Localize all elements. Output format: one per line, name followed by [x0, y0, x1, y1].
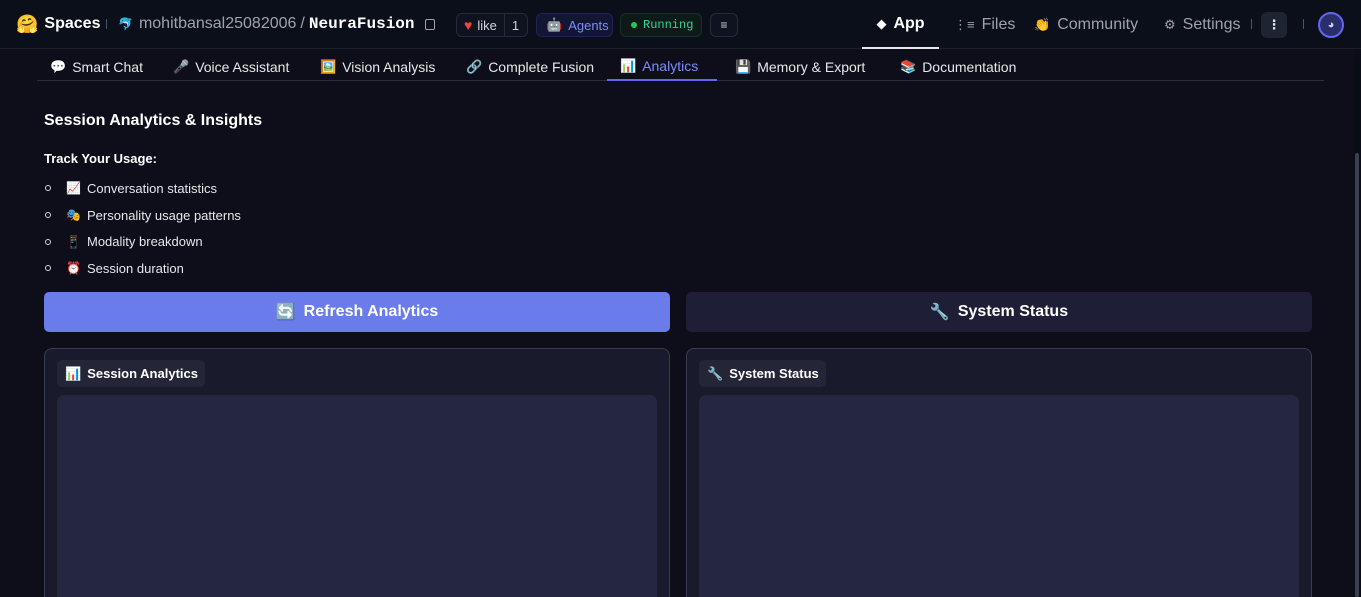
- refresh-analytics-button[interactable]: 🔄 Refresh Analytics: [44, 292, 670, 332]
- more-options-button[interactable]: ⋮: [1261, 12, 1287, 38]
- logs-button[interactable]: ≡: [710, 13, 738, 37]
- session-analytics-panel: 📊 Session Analytics: [44, 348, 670, 597]
- system-status-output[interactable]: [699, 395, 1299, 597]
- more-vertical-icon: ⋮: [1267, 17, 1281, 32]
- system-status-button[interactable]: 🔧 System Status: [686, 292, 1312, 332]
- tab-label: Analytics: [642, 57, 699, 74]
- tab-vision-analysis[interactable]: 🖼️ Vision Analysis: [307, 52, 448, 81]
- bullet-icon: [45, 185, 51, 192]
- tab-analytics[interactable]: 📊 Analytics: [607, 52, 717, 81]
- path-separator: /: [300, 15, 305, 32]
- session-analytics-output[interactable]: [57, 395, 657, 597]
- nav-app-label: App: [893, 14, 925, 32]
- bar-chart-icon: 📊: [620, 57, 637, 73]
- mobile-phone-icon: 📱: [66, 234, 81, 249]
- feature-list: 📈 Conversation statistics 🎭 Personality …: [44, 175, 241, 282]
- space-name-link[interactable]: NeuraFusion: [309, 15, 415, 33]
- system-status-label: System Status: [957, 303, 1069, 320]
- chart-increasing-icon: 📈: [66, 181, 81, 196]
- scrollbar-thumb[interactable]: [1355, 153, 1359, 597]
- tab-bar: 💬 Smart Chat 🎤 Voice Assistant 🖼️ Vision…: [37, 52, 1324, 81]
- divider: [106, 19, 107, 29]
- list-item: ⏰ Session duration: [44, 255, 241, 282]
- hugging-face-logo-icon: 🤗: [16, 13, 39, 34]
- divider: [1251, 19, 1252, 29]
- tab-smart-chat[interactable]: 💬 Smart Chat: [37, 52, 156, 81]
- community-icon: 👏: [1034, 16, 1051, 32]
- spaces-brand-link[interactable]: 🤗 Spaces: [16, 13, 100, 35]
- gear-icon: ⚙: [1164, 16, 1176, 32]
- spaces-label: Spaces: [44, 15, 101, 32]
- list-item: 📈 Conversation statistics: [44, 175, 241, 202]
- logs-icon: ≡: [720, 18, 728, 32]
- tab-label: Voice Assistant: [195, 58, 290, 75]
- wrench-icon: 🔧: [707, 365, 724, 381]
- list-item-text: Personality usage patterns: [87, 207, 241, 223]
- heart-icon: ♥: [464, 17, 473, 33]
- alarm-clock-icon: ⏰: [66, 261, 81, 276]
- tab-documentation[interactable]: 📚 Documentation: [887, 52, 1029, 81]
- theater-masks-icon: 🎭: [66, 208, 81, 223]
- nav-settings-label: Settings: [1182, 15, 1241, 33]
- system-status-panel: 🔧 System Status: [686, 348, 1312, 597]
- tab-complete-fusion[interactable]: 🔗 Complete Fusion: [453, 52, 607, 81]
- tab-label: Documentation: [922, 58, 1017, 75]
- nav-files-label: Files: [981, 15, 1016, 33]
- bar-chart-icon: 📊: [65, 365, 82, 381]
- panel-label: 🔧 System Status: [699, 360, 826, 387]
- divider: [1303, 19, 1304, 29]
- nav-files[interactable]: ⋮≡ Files: [954, 0, 1015, 49]
- tab-label: Smart Chat: [72, 58, 143, 75]
- owner-avatar-icon: 🐬: [118, 17, 133, 31]
- status-badge[interactable]: Running: [620, 13, 702, 37]
- floppy-disk-icon: 💾: [735, 58, 752, 74]
- like-count[interactable]: 1: [503, 14, 525, 36]
- tab-memory-export[interactable]: 💾 Memory & Export: [722, 52, 878, 81]
- nav-app[interactable]: ◆ App: [862, 0, 939, 49]
- top-bar: 🤗 Spaces 🐬 mohitbansal25082006 / NeuraFu…: [0, 0, 1361, 49]
- section-subheading: Track Your Usage:: [44, 151, 157, 166]
- list-item-text: Session duration: [87, 260, 184, 276]
- agents-button[interactable]: 🤖 Agents: [536, 13, 613, 37]
- list-item-text: Modality breakdown: [87, 234, 203, 250]
- copy-icon[interactable]: [424, 18, 435, 30]
- avatar-icon: ◕: [1327, 19, 1335, 31]
- repo-path: 🐬 mohitbansal25082006 / NeuraFusion: [118, 13, 435, 35]
- nav-community[interactable]: 👏 Community: [1034, 0, 1138, 49]
- bullet-icon: [45, 238, 51, 245]
- tab-label: Memory & Export: [757, 58, 866, 75]
- agents-label: Agents: [568, 17, 609, 33]
- tab-label: Complete Fusion: [488, 58, 595, 75]
- page-title: Session Analytics & Insights: [44, 112, 263, 129]
- robot-icon: 🤖: [546, 17, 563, 32]
- nav-settings[interactable]: ⚙ Settings: [1164, 0, 1240, 49]
- speech-bubble-icon: 💬: [50, 58, 67, 74]
- user-avatar[interactable]: ◕: [1318, 12, 1344, 38]
- panel-title: System Status: [729, 366, 819, 381]
- panel-title: Session Analytics: [87, 366, 198, 381]
- running-dot-icon: [631, 22, 637, 28]
- list-item: 🎭 Personality usage patterns: [44, 202, 241, 229]
- files-icon: ⋮≡: [954, 16, 975, 32]
- books-icon: 📚: [900, 58, 917, 74]
- like-button[interactable]: ♥ like 1: [456, 13, 528, 37]
- wrench-icon: 🔧: [929, 304, 950, 321]
- list-item-text: Conversation statistics: [87, 180, 218, 196]
- cube-icon: ◆: [876, 15, 887, 31]
- tab-voice-assistant[interactable]: 🎤 Voice Assistant: [160, 52, 302, 81]
- list-item: 📱 Modality breakdown: [44, 228, 241, 255]
- owner-link[interactable]: mohitbansal25082006: [139, 15, 296, 33]
- nav-community-label: Community: [1057, 15, 1139, 33]
- microphone-icon: 🎤: [173, 58, 190, 74]
- refresh-analytics-label: Refresh Analytics: [303, 303, 439, 320]
- panel-label: 📊 Session Analytics: [57, 360, 205, 387]
- bullet-icon: [45, 265, 51, 272]
- link-icon: 🔗: [466, 58, 483, 74]
- bullet-icon: [45, 212, 51, 219]
- refresh-icon: 🔄: [275, 304, 296, 321]
- tab-label: Vision Analysis: [342, 58, 436, 75]
- picture-icon: 🖼️: [320, 58, 337, 74]
- status-label: Running: [643, 18, 694, 32]
- like-label: like: [477, 17, 497, 33]
